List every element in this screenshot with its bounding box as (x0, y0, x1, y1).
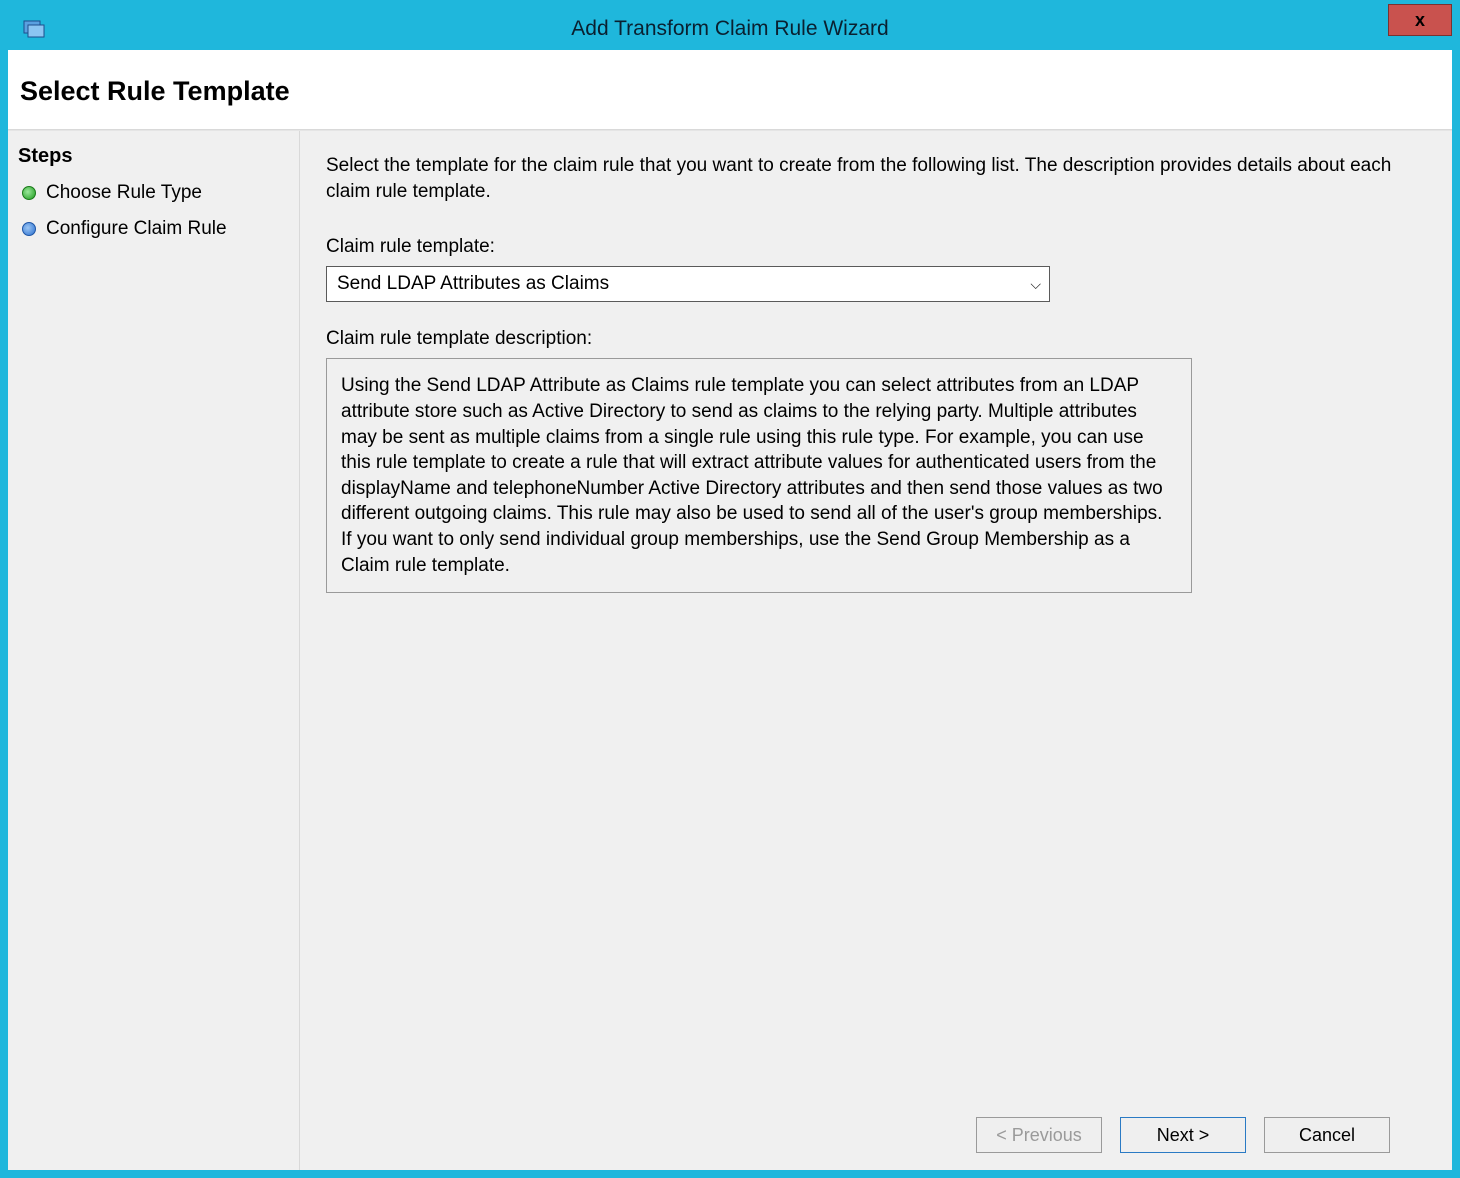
spacer (326, 593, 1426, 1100)
titlebar: Add Transform Claim Rule Wizard x (8, 8, 1452, 50)
template-description: Using the Send LDAP Attribute as Claims … (326, 358, 1192, 593)
window-title: Add Transform Claim Rule Wizard (8, 17, 1452, 41)
btn-label: Next > (1157, 1125, 1210, 1146)
next-button[interactable]: Next > (1120, 1117, 1246, 1153)
wizard-body: Steps Choose Rule Type Configure Claim R… (8, 130, 1452, 1170)
template-selected-value: Send LDAP Attributes as Claims (337, 273, 1030, 295)
step-configure-claim-rule[interactable]: Configure Claim Rule (8, 212, 299, 248)
cancel-button[interactable]: Cancel (1264, 1117, 1390, 1153)
btn-label: Cancel (1299, 1125, 1355, 1146)
app-icon (22, 17, 46, 41)
steps-heading: Steps (8, 139, 299, 176)
wizard-footer: < Previous Next > Cancel (326, 1100, 1426, 1170)
previous-button: < Previous (976, 1117, 1102, 1153)
page-header: Select Rule Template (8, 50, 1452, 130)
step-bullet-pending-icon (22, 222, 36, 236)
btn-label: < Previous (996, 1125, 1082, 1146)
wizard-window: Add Transform Claim Rule Wizard x Select… (0, 0, 1460, 1178)
step-label: Choose Rule Type (46, 182, 202, 204)
claim-rule-template-select[interactable]: Send LDAP Attributes as Claims ⌵ (326, 266, 1050, 302)
chevron-down-icon: ⌵ (1030, 277, 1041, 291)
close-button[interactable]: x (1388, 4, 1452, 36)
content-panel: Select the template for the claim rule t… (300, 131, 1452, 1170)
intro-text: Select the template for the claim rule t… (326, 153, 1426, 204)
close-icon: x (1415, 10, 1425, 31)
step-choose-rule-type[interactable]: Choose Rule Type (8, 176, 299, 212)
steps-sidebar: Steps Choose Rule Type Configure Claim R… (8, 131, 300, 1170)
template-field-label: Claim rule template: (326, 236, 1426, 258)
step-label: Configure Claim Rule (46, 218, 227, 240)
page-title: Select Rule Template (20, 76, 1448, 107)
description-field-label: Claim rule template description: (326, 328, 1426, 350)
step-bullet-active-icon (22, 186, 36, 200)
